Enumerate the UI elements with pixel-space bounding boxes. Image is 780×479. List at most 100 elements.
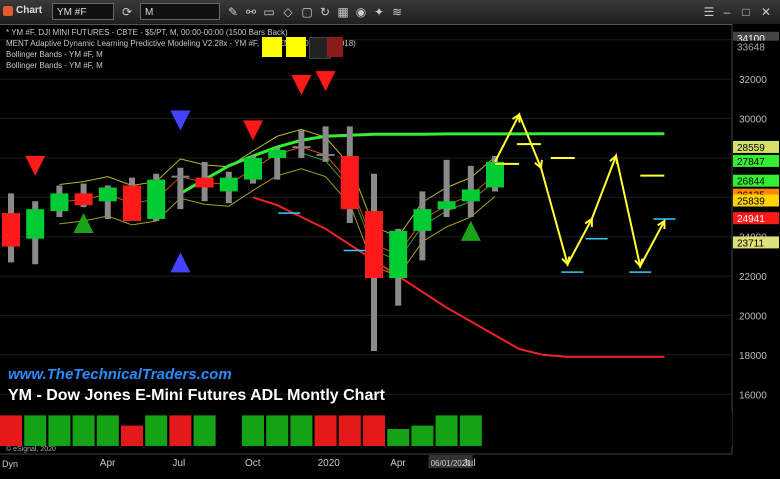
signal-marker-up — [460, 220, 481, 241]
study-line-4: Bollinger Bands - YM #F, M — [6, 61, 103, 70]
price-tag-label: 28559 — [737, 143, 765, 154]
candle-body — [2, 213, 20, 247]
shapes-icon[interactable]: ◇ — [279, 3, 297, 21]
candle-body — [437, 201, 456, 210]
volume-bar — [72, 415, 95, 446]
candle-body — [244, 157, 262, 180]
window-icon[interactable]: ▢ — [298, 3, 316, 21]
candle-body — [195, 177, 214, 188]
y-tick-label: 22000 — [739, 272, 767, 283]
x-tick-label: Apr — [100, 458, 116, 469]
candle-body — [147, 179, 166, 219]
website-url[interactable]: www.TheTechnicalTraders.com — [8, 366, 232, 383]
volume-bar — [24, 415, 47, 446]
candle-body — [268, 150, 287, 158]
signal-marker-down — [25, 155, 46, 176]
chat-icon[interactable]: ▭ — [260, 3, 278, 21]
chart-headline: YM - Dow Jones E-Mini Futures ADL Montly… — [8, 387, 385, 404]
volume-bar — [266, 415, 289, 446]
x-tick-label: Jul — [463, 458, 476, 469]
candle-body — [413, 209, 432, 231]
price-chart[interactable]: 1600018000200002200024000260002800030000… — [0, 24, 780, 474]
minimize-icon[interactable]: – — [718, 3, 736, 21]
adaptive-lower-band — [252, 196, 665, 358]
x-tick-label: 2020 — [318, 458, 341, 469]
price-tag-label: 33648 — [737, 43, 765, 54]
x-tick-label: Jul — [172, 458, 185, 469]
cycle-icon[interactable]: ⟳ — [118, 3, 136, 21]
symbol-value: YM #F — [57, 7, 87, 18]
window-title: Chart — [16, 5, 43, 16]
dyn-label: Dyn — [2, 459, 18, 469]
candle-body — [123, 185, 141, 221]
volume-bar — [314, 415, 337, 446]
candle-body — [461, 189, 480, 202]
signal-marker-up — [73, 212, 94, 233]
x-tick-label: Oct — [245, 458, 261, 469]
twitter-icon[interactable]: ✦ — [370, 3, 388, 21]
window-titlebar: Chart YM #F ⟳ M ✎ ⚯ ▭ ◇ ▢ ↻ ▦ ◉ ✦ ≋ ☰ – … — [0, 0, 780, 25]
interval-input[interactable]: M — [140, 3, 220, 20]
signal-box-yellow-2 — [286, 37, 306, 57]
chart-area[interactable]: 1600018000200002200024000260002800030000… — [0, 24, 780, 474]
volume-bar — [145, 415, 168, 446]
volume-bar — [435, 415, 458, 446]
candle-body — [50, 193, 69, 212]
volume-bar — [121, 425, 143, 446]
volume-bar — [0, 415, 22, 446]
projection-path — [494, 112, 666, 270]
study-line-2: MENT Adaptive Dynamic Learning Predictiv… — [6, 39, 304, 48]
app-logo-icon — [3, 6, 13, 16]
x-tick-label: Apr — [390, 458, 406, 469]
price-tag-label: 23711 — [737, 238, 765, 249]
symbol-input[interactable]: YM #F — [52, 3, 114, 20]
volume-bar — [96, 415, 119, 446]
signal-marker-up — [170, 252, 191, 273]
close-icon[interactable]: ✕ — [757, 3, 775, 21]
price-tag-label: 24941 — [737, 214, 765, 225]
volume-bar — [459, 415, 482, 446]
signal-marker-down — [315, 71, 336, 92]
price-tag-label: 26844 — [737, 177, 765, 188]
y-tick-label: 30000 — [739, 115, 767, 126]
refresh-icon[interactable]: ↻ — [316, 3, 334, 21]
copyright-text: © eSignal, 2020 — [6, 446, 56, 453]
volume-bar — [48, 415, 71, 446]
link-icon[interactable]: ⚯ — [242, 3, 260, 21]
volume-bar — [290, 415, 313, 446]
stocktwits-icon[interactable]: ≋ — [388, 3, 406, 21]
calendar-icon[interactable]: ▦ — [334, 3, 352, 21]
signal-box-yellow-1 — [262, 37, 282, 57]
volume-bar — [363, 415, 385, 446]
candle-body — [26, 209, 45, 239]
price-tag-label: 25839 — [737, 197, 765, 208]
y-tick-label: 18000 — [739, 351, 767, 362]
signal-marker-down — [291, 75, 312, 96]
candle-body — [292, 146, 311, 149]
volume-bar — [242, 415, 264, 446]
draw-icon[interactable]: ✎ — [224, 3, 242, 21]
price-tag-label: 27847 — [737, 157, 765, 168]
signal-marker-down — [243, 120, 263, 141]
volume-bar — [338, 415, 361, 446]
candle-body — [171, 175, 190, 178]
candle-body — [74, 193, 93, 206]
candle-body — [98, 187, 117, 202]
y-tick-label: 32000 — [739, 75, 767, 86]
interval-value: M — [145, 7, 154, 18]
volume-bar — [169, 415, 192, 446]
candle-body — [340, 155, 359, 210]
y-tick-label: 20000 — [739, 312, 767, 323]
camera-icon[interactable]: ◉ — [352, 3, 370, 21]
volume-bar — [411, 425, 434, 446]
candle-body — [365, 211, 383, 279]
signal-marker-down — [170, 110, 191, 131]
candle-body — [389, 230, 408, 279]
volume-bar — [193, 415, 216, 446]
y-tick-label: 16000 — [739, 390, 767, 401]
study-line-3: Bollinger Bands - YM #F, M — [6, 50, 103, 59]
candle-body — [316, 154, 335, 156]
maximize-icon[interactable]: □ — [737, 3, 755, 21]
menu-icon[interactable]: ☰ — [700, 3, 718, 21]
study-line-1: * YM #F, DJI MINI FUTURES - CBTE - $5/PT… — [6, 28, 288, 37]
